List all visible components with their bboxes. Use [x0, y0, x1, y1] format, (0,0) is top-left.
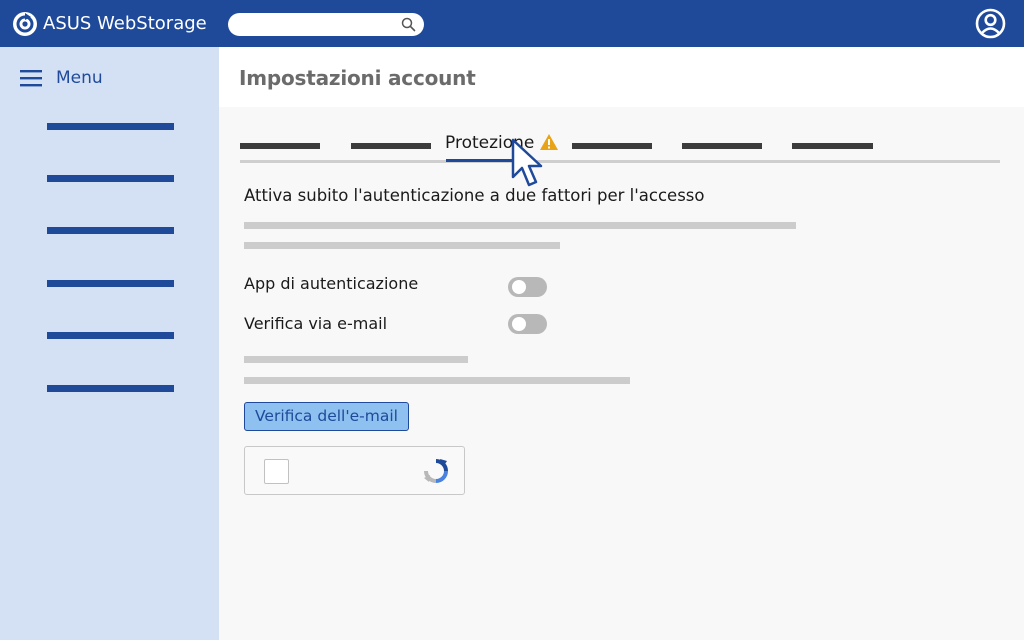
sidebar-item[interactable] [47, 175, 174, 182]
hamburger-icon [20, 70, 42, 87]
tab[interactable] [351, 143, 431, 149]
asus-webstorage-logo-icon [13, 12, 37, 36]
email-verification-label: Verifica via e-mail [244, 314, 388, 333]
verify-email-button[interactable]: Verifica dell'e-mail [244, 402, 409, 431]
tabs-divider [240, 160, 1000, 163]
sidebar: Menu [0, 47, 219, 640]
tab-protezione[interactable]: Protezione [444, 130, 564, 162]
description-line [244, 356, 468, 363]
user-avatar-icon[interactable] [975, 8, 1006, 39]
auth-app-toggle[interactable] [508, 277, 547, 297]
description-line [244, 242, 560, 249]
search-input[interactable] [240, 15, 400, 34]
tab[interactable] [240, 143, 320, 149]
toggle-knob [512, 317, 526, 331]
description-line [244, 222, 796, 229]
tab[interactable] [682, 143, 762, 149]
captcha-checkbox[interactable] [264, 459, 289, 484]
captcha-widget [244, 446, 465, 495]
security-heading: Attiva subito l'autenticazione a due fat… [244, 186, 705, 205]
tab[interactable] [572, 143, 652, 149]
menu-toggle[interactable]: Menu [20, 67, 103, 89]
brand-name: ASUS WebStorage [43, 13, 207, 34]
sidebar-item[interactable] [47, 332, 174, 339]
top-bar: ASUS WebStorage [0, 0, 1024, 47]
sidebar-item[interactable] [47, 385, 174, 392]
description-line [244, 377, 630, 384]
search-bar[interactable] [228, 13, 424, 36]
email-verification-toggle[interactable] [508, 314, 547, 334]
sidebar-item[interactable] [47, 227, 174, 234]
sidebar-item[interactable] [47, 123, 174, 130]
brand-logo[interactable]: ASUS WebStorage [12, 11, 207, 37]
tab[interactable] [792, 143, 873, 149]
auth-app-label: App di autenticazione [244, 274, 419, 293]
sidebar-item[interactable] [47, 280, 174, 287]
recaptcha-icon [424, 459, 448, 483]
page-title: Impostazioni account [239, 66, 476, 90]
toggle-knob [512, 280, 526, 294]
menu-label: Menu [56, 68, 103, 88]
page-header: Impostazioni account [219, 47, 1024, 107]
search-icon[interactable] [401, 17, 416, 32]
mouse-cursor-icon [511, 138, 543, 187]
